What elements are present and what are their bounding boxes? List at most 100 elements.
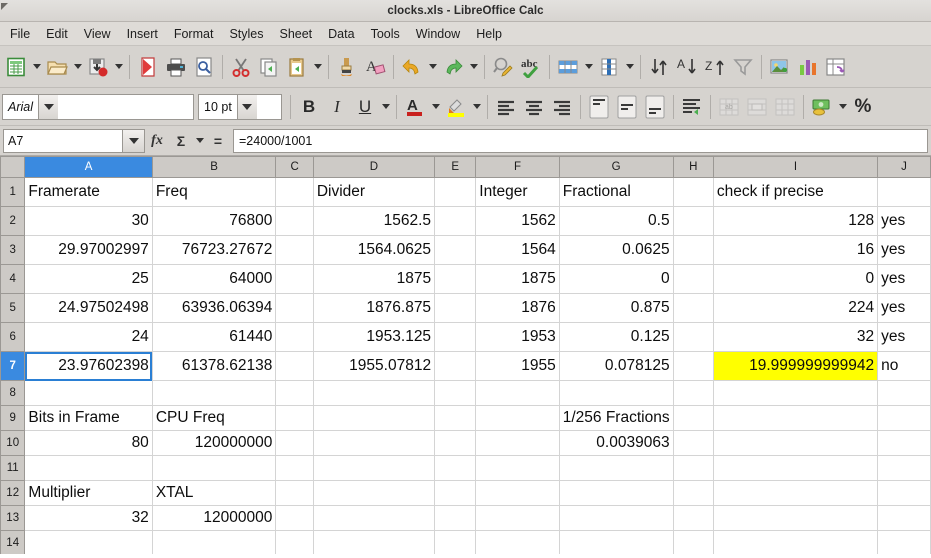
highlight-color-dropdown[interactable]: [470, 92, 483, 122]
align-middle-icon[interactable]: [613, 92, 641, 122]
copy-icon[interactable]: [255, 52, 283, 82]
cell-a7[interactable]: 23.97602398: [24, 351, 153, 381]
column-header-b[interactable]: B: [151, 156, 277, 178]
cell-c3[interactable]: [275, 235, 314, 265]
print-icon[interactable]: [162, 52, 190, 82]
cell-i14[interactable]: [713, 530, 879, 554]
cell-e5[interactable]: [434, 293, 477, 323]
redo-icon[interactable]: [439, 52, 467, 82]
cell-e1[interactable]: [434, 177, 477, 207]
cell-d7[interactable]: 1955.07812: [313, 351, 436, 381]
find-replace-icon[interactable]: [489, 52, 517, 82]
cell-c8[interactable]: [275, 380, 314, 406]
wrap-text-icon[interactable]: [678, 92, 706, 122]
align-right-icon[interactable]: [548, 92, 576, 122]
cell-i9[interactable]: [713, 405, 879, 431]
column-header-d[interactable]: D: [312, 156, 436, 178]
cell-j6[interactable]: yes: [877, 322, 931, 352]
cut-icon[interactable]: [227, 52, 255, 82]
cell-g3[interactable]: 0.0625: [559, 235, 674, 265]
menu-item-format[interactable]: Format: [166, 24, 222, 44]
cell-i2[interactable]: 128: [713, 206, 879, 236]
cell-e7[interactable]: [434, 351, 477, 381]
menu-item-window[interactable]: Window: [408, 24, 468, 44]
cell-c2[interactable]: [275, 206, 314, 236]
cell-i12[interactable]: [713, 480, 879, 506]
cell-h6[interactable]: [673, 322, 714, 352]
align-center-icon[interactable]: [520, 92, 548, 122]
undo-icon[interactable]: [398, 52, 426, 82]
cell-a11[interactable]: [24, 455, 153, 481]
menu-item-tools[interactable]: Tools: [363, 24, 408, 44]
cell-f2[interactable]: 1562: [475, 206, 560, 236]
cell-g8[interactable]: [559, 380, 674, 406]
cell-d1[interactable]: Divider: [313, 177, 436, 207]
cell-b12[interactable]: XTAL: [152, 480, 277, 506]
cell-j10[interactable]: [877, 430, 931, 456]
row-header-1[interactable]: 1: [0, 177, 26, 207]
cell-b6[interactable]: 61440: [152, 322, 277, 352]
paste-icon[interactable]: [283, 52, 311, 82]
cell-a10[interactable]: 80: [24, 430, 153, 456]
format-currency-icon[interactable]: [808, 92, 836, 122]
save-document-icon[interactable]: [84, 52, 112, 82]
cell-i10[interactable]: [713, 430, 879, 456]
align-bottom-icon[interactable]: [641, 92, 669, 122]
cell-b9[interactable]: CPU Freq: [152, 405, 277, 431]
cell-d14[interactable]: [313, 530, 436, 554]
cell-c1[interactable]: [275, 177, 314, 207]
cell-a3[interactable]: 29.97002997: [24, 235, 153, 265]
cell-g14[interactable]: [559, 530, 674, 554]
select-all-corner[interactable]: [0, 156, 26, 178]
cell-h9[interactable]: [673, 405, 714, 431]
menu-item-insert[interactable]: Insert: [119, 24, 166, 44]
cell-c12[interactable]: [275, 480, 314, 506]
export-pdf-icon[interactable]: [134, 52, 162, 82]
cell-a13[interactable]: 32: [24, 505, 153, 531]
cell-i3[interactable]: 16: [713, 235, 879, 265]
cell-b7[interactable]: 61378.62138: [152, 351, 277, 381]
cell-c9[interactable]: [275, 405, 314, 431]
menu-item-styles[interactable]: Styles: [221, 24, 271, 44]
cell-i6[interactable]: 32: [713, 322, 879, 352]
cell-d11[interactable]: [313, 455, 436, 481]
cell-e12[interactable]: [434, 480, 477, 506]
cell-d8[interactable]: [313, 380, 436, 406]
clear-formatting-icon[interactable]: A: [361, 52, 389, 82]
cell-a1[interactable]: Framerate: [24, 177, 153, 207]
sort-ascending-icon[interactable]: A: [673, 52, 701, 82]
cell-g12[interactable]: [559, 480, 674, 506]
cell-f14[interactable]: [475, 530, 560, 554]
cell-g2[interactable]: 0.5: [559, 206, 674, 236]
cell-g1[interactable]: Fractional: [559, 177, 674, 207]
cell-j14[interactable]: [877, 530, 931, 554]
underline-icon[interactable]: U: [351, 92, 379, 122]
menu-item-file[interactable]: File: [2, 24, 38, 44]
cell-a4[interactable]: 25: [24, 264, 153, 294]
cell-d4[interactable]: 1875: [313, 264, 436, 294]
cell-b14[interactable]: [152, 530, 277, 554]
row-header-12[interactable]: 12: [0, 480, 26, 506]
row-header-7[interactable]: 7: [0, 351, 26, 381]
cell-h8[interactable]: [673, 380, 714, 406]
cell-d10[interactable]: [313, 430, 436, 456]
cell-b3[interactable]: 76723.27672: [152, 235, 277, 265]
cell-g11[interactable]: [559, 455, 674, 481]
cell-g13[interactable]: [559, 505, 674, 531]
cell-i8[interactable]: [713, 380, 879, 406]
column-header-j[interactable]: J: [877, 156, 931, 178]
merge-cells-icon[interactable]: ab: [715, 92, 743, 122]
cell-h14[interactable]: [673, 530, 714, 554]
font-name-dropdown-arrow-icon[interactable]: [38, 94, 59, 119]
merge-center-icon[interactable]: [743, 92, 771, 122]
cell-g6[interactable]: 0.125: [559, 322, 674, 352]
cell-j9[interactable]: [877, 405, 931, 431]
cell-j11[interactable]: [877, 455, 931, 481]
cell-e14[interactable]: [434, 530, 477, 554]
cell-h7[interactable]: [673, 351, 714, 381]
font-name-combo[interactable]: Arial: [2, 93, 194, 120]
sort-descending-icon[interactable]: Z: [701, 52, 729, 82]
row-header-5[interactable]: 5: [0, 293, 26, 323]
insert-column-icon[interactable]: [595, 52, 623, 82]
cell-i4[interactable]: 0: [713, 264, 879, 294]
